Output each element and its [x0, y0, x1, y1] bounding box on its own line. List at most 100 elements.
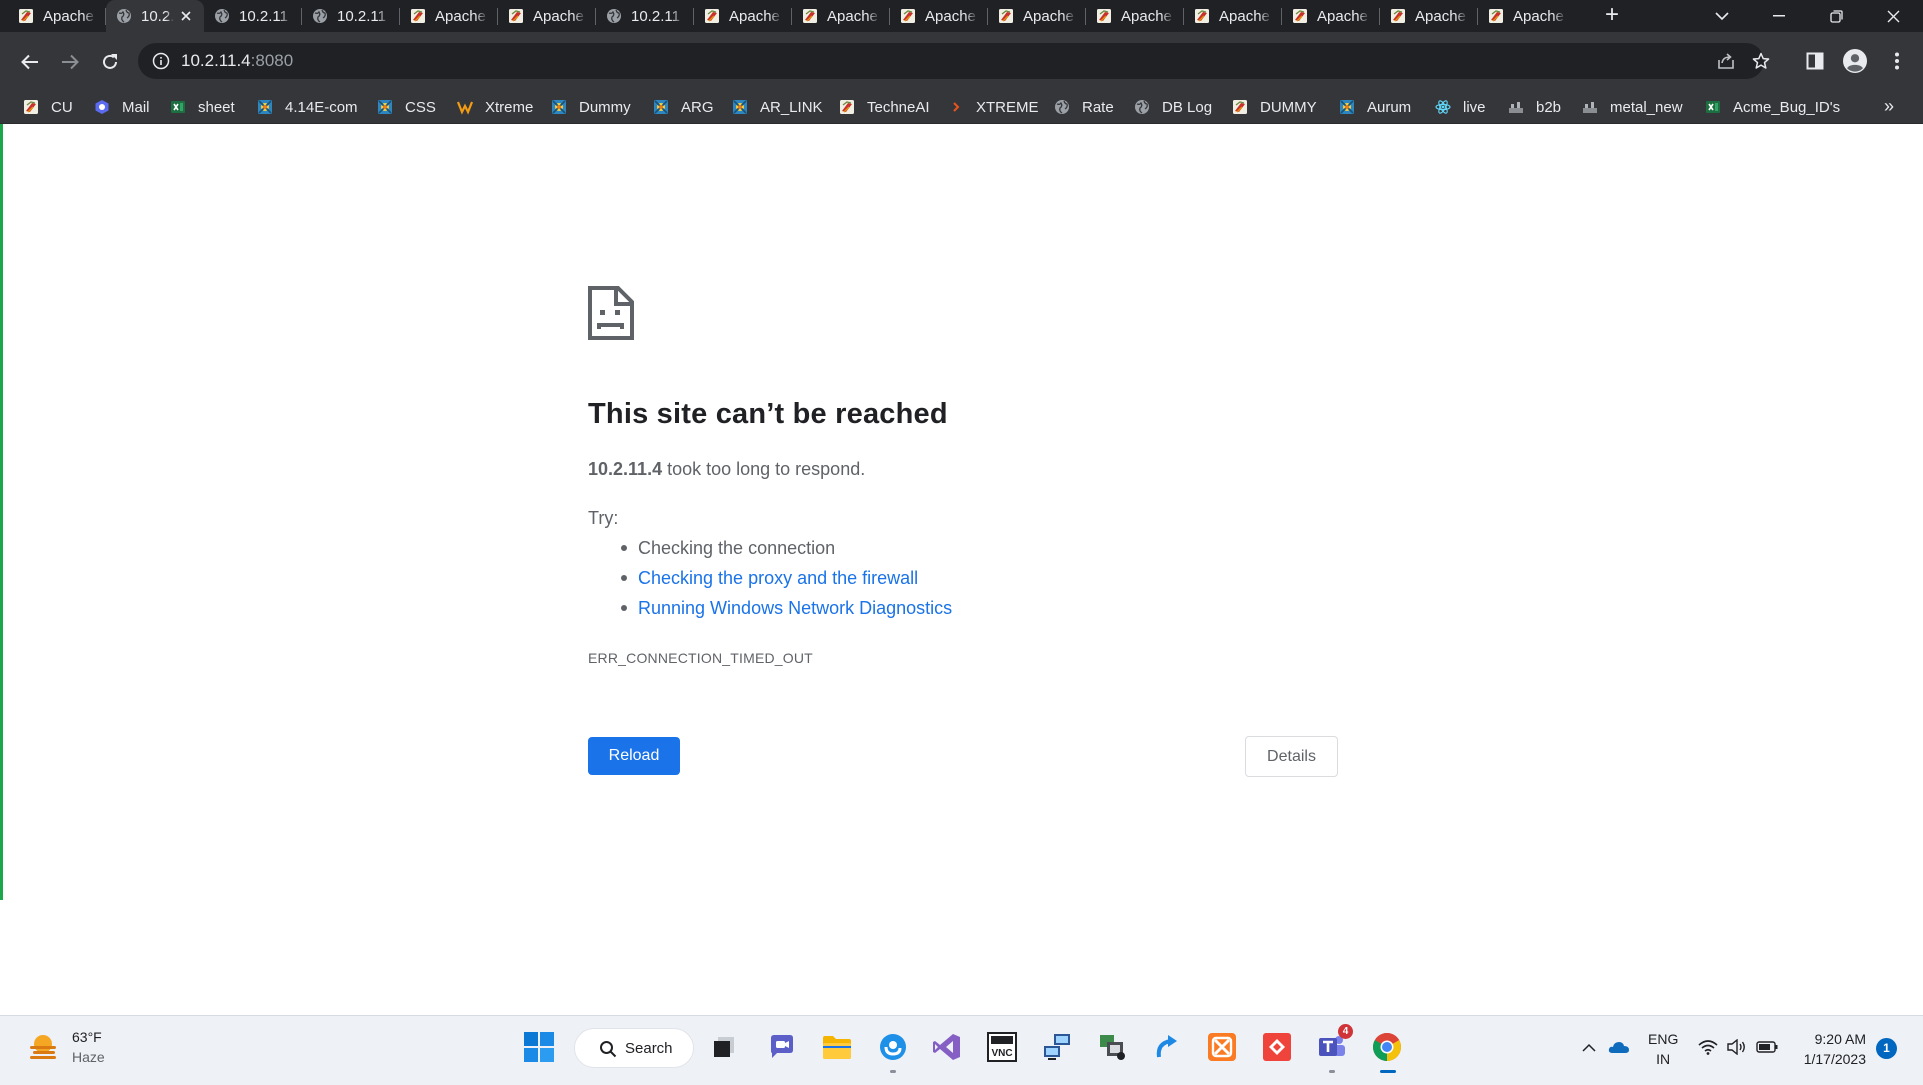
- tab[interactable]: Apache: [498, 0, 596, 32]
- volume-tray-icon[interactable]: [1726, 1036, 1748, 1058]
- new-tab-button[interactable]: +: [1598, 3, 1626, 28]
- bookmark-item[interactable]: CU: [22, 90, 73, 124]
- taskbar-file-explorer[interactable]: [820, 1030, 854, 1064]
- taskbar-visual-studio[interactable]: [930, 1030, 964, 1064]
- notification-badge[interactable]: 1: [1876, 1038, 1897, 1059]
- bookmark-item[interactable]: DB Log: [1133, 90, 1212, 124]
- tab[interactable]: 10.2.11: [596, 0, 694, 32]
- weather-widget[interactable]: 63°F Haze: [26, 1027, 105, 1067]
- address-bar[interactable]: 10.2.11.4:8080: [138, 43, 1770, 79]
- clock[interactable]: 9:20 AM 1/17/2023: [1796, 1029, 1866, 1069]
- tab-list: Apache 10.2.11.4 10.2.11 10.2.11 Apache Apach…: [8, 0, 1576, 32]
- taskbar-arrow-app[interactable]: [1150, 1030, 1184, 1064]
- tab[interactable]: Apache: [1086, 0, 1184, 32]
- tab[interactable]: Apache: [792, 0, 890, 32]
- windows-start-icon[interactable]: [524, 1032, 554, 1062]
- taskbar-remote-desktop[interactable]: [1040, 1030, 1074, 1064]
- anydesk-icon: [1263, 1033, 1291, 1061]
- taskbar-task-view[interactable]: [707, 1030, 741, 1064]
- restore-button[interactable]: [1808, 0, 1864, 32]
- bookmark-item[interactable]: Acme_Bug_ID's: [1704, 90, 1840, 124]
- forward-button[interactable]: [54, 46, 86, 78]
- tab[interactable]: Apache: [1184, 0, 1282, 32]
- bookmark-item[interactable]: ARG: [652, 90, 714, 124]
- close-tab-icon[interactable]: [178, 8, 194, 24]
- tab[interactable]: Apache: [400, 0, 498, 32]
- tab-title: Apache: [925, 7, 976, 25]
- chrome-menu-button[interactable]: [1885, 49, 1909, 73]
- taskbar-xampp[interactable]: [1205, 1030, 1239, 1064]
- tab[interactable]: Apache: [1282, 0, 1380, 32]
- apache-icon: [838, 98, 856, 116]
- bookmark-item[interactable]: Xtreme: [456, 90, 533, 124]
- apache-icon: [1292, 8, 1308, 24]
- taskbar-vnc-viewer[interactable]: VNC: [985, 1030, 1019, 1064]
- tab[interactable]: Apache: [890, 0, 988, 32]
- bookmark-item[interactable]: CSS: [376, 90, 436, 124]
- profile-button[interactable]: [1843, 49, 1867, 73]
- language-indicator[interactable]: ENG IN: [1648, 1029, 1678, 1069]
- minimize-button[interactable]: [1751, 0, 1807, 32]
- tab-title: Apache: [729, 7, 780, 25]
- bookmark-item[interactable]: sheet: [169, 90, 235, 124]
- tab-active[interactable]: 10.2.11.4: [106, 0, 204, 32]
- tab[interactable]: Apache: [694, 0, 792, 32]
- bookmark-item[interactable]: AR_LINK: [731, 90, 823, 124]
- bookmark-label: Mail: [122, 98, 150, 116]
- back-button[interactable]: [14, 46, 46, 78]
- globe-icon: [214, 8, 230, 24]
- bookmark-star-icon[interactable]: [1752, 52, 1770, 70]
- taskbar-network-monitor[interactable]: [1095, 1030, 1129, 1064]
- tab[interactable]: Apache: [8, 0, 106, 32]
- skype-icon: [880, 1034, 906, 1060]
- error-title: This site can’t be reached: [588, 398, 948, 430]
- bookmark-item[interactable]: DUMMY: [1231, 90, 1317, 124]
- taskbar-search[interactable]: Search: [574, 1028, 694, 1068]
- search-icon: [600, 1041, 617, 1058]
- bookmark-item[interactable]: live: [1434, 90, 1486, 124]
- url-text[interactable]: 10.2.11.4:8080: [181, 51, 293, 71]
- bookmarks-overflow-button[interactable]: »: [1884, 96, 1894, 117]
- bookmark-item[interactable]: b2b: [1507, 90, 1561, 124]
- tab[interactable]: Apache: [1380, 0, 1478, 32]
- bookmark-item[interactable]: Rate: [1053, 90, 1114, 124]
- curved-arrow-icon: [1156, 1035, 1177, 1058]
- details-button[interactable]: Details: [1245, 736, 1338, 777]
- tab[interactable]: Apache: [988, 0, 1086, 32]
- suggestion-link[interactable]: Running Windows Network Diagnostics: [620, 596, 952, 626]
- taskbar: 63°F Haze Search VNC 4 ENG IN 9:20 AM 1/…: [0, 1015, 1923, 1085]
- weather-condition: Haze: [72, 1049, 105, 1065]
- bookmark-item[interactable]: XTREME: [947, 90, 1039, 124]
- show-hidden-icons-button[interactable]: [1578, 1036, 1600, 1058]
- taskbar-teams[interactable]: 4: [1315, 1024, 1353, 1073]
- taskbar-chrome[interactable]: [1370, 1030, 1404, 1073]
- taskbar-teams-chat[interactable]: [765, 1030, 799, 1064]
- bookmark-item[interactable]: Aurum: [1338, 90, 1411, 124]
- tab[interactable]: 10.2.11: [302, 0, 400, 32]
- wifi-tray-icon[interactable]: [1697, 1036, 1719, 1058]
- bookmark-label: DUMMY: [1260, 98, 1317, 116]
- bookmark-item[interactable]: 4.14E-com: [256, 90, 358, 124]
- haze-icon: [30, 1035, 56, 1059]
- battery-tray-icon[interactable]: [1756, 1036, 1778, 1058]
- taskbar-anydesk[interactable]: [1260, 1030, 1294, 1064]
- suggestion-link[interactable]: Checking the proxy and the firewall: [620, 566, 952, 596]
- globe-icon: [1053, 98, 1071, 116]
- reload-button[interactable]: Reload: [588, 737, 680, 775]
- tab[interactable]: 10.2.11: [204, 0, 302, 32]
- info-icon[interactable]: [152, 52, 170, 70]
- url-port: :8080: [250, 51, 294, 70]
- taskbar-skype[interactable]: [876, 1030, 910, 1073]
- bookmark-item[interactable]: TechneAI: [838, 90, 930, 124]
- close-window-button[interactable]: [1865, 0, 1921, 32]
- teams-notification-badge: 4: [1338, 1024, 1353, 1039]
- bookmark-item[interactable]: Mail: [93, 90, 150, 124]
- share-icon[interactable]: [1716, 51, 1736, 71]
- bookmark-item[interactable]: Dummy: [550, 90, 631, 124]
- tab[interactable]: Apache: [1478, 0, 1576, 32]
- side-panel-button[interactable]: [1803, 49, 1827, 73]
- onedrive-tray-icon[interactable]: [1608, 1036, 1630, 1058]
- reload-toolbar-button[interactable]: [94, 46, 126, 78]
- bookmark-item[interactable]: metal_new: [1581, 90, 1683, 124]
- tab-search-button[interactable]: [1694, 0, 1750, 32]
